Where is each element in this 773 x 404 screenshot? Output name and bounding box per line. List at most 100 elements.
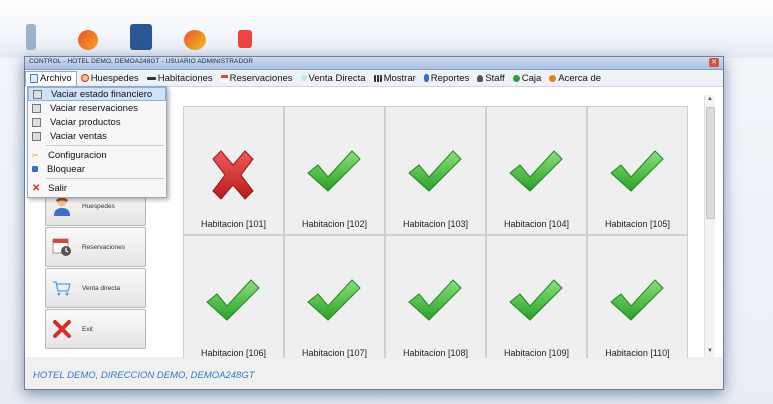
grid-icon bbox=[373, 74, 382, 82]
menu-item-label: Vaciar productos bbox=[50, 116, 121, 128]
cart-icon bbox=[300, 75, 307, 81]
room-tile-110[interactable]: Habitacion [110] bbox=[587, 235, 688, 364]
desktop-icon[interactable] bbox=[184, 30, 206, 50]
menu-label: Staff bbox=[485, 72, 505, 84]
room-label: Habitacion [110] bbox=[605, 348, 670, 358]
menu-staff[interactable]: Staff bbox=[473, 71, 508, 86]
scroll-thumb[interactable] bbox=[706, 107, 715, 219]
sidebar-button-label: Huespedes bbox=[82, 202, 115, 210]
calendar-icon bbox=[220, 74, 228, 82]
menu-archivo[interactable]: Archivo bbox=[25, 70, 77, 86]
exit-x-icon bbox=[52, 319, 72, 339]
desktop-icon[interactable] bbox=[130, 24, 152, 50]
sidebar-button-label: Reservaciones bbox=[82, 243, 125, 251]
menu-caja[interactable]: Caja bbox=[509, 71, 546, 86]
room-label: Habitacion [109] bbox=[503, 348, 570, 358]
room-tile-103[interactable]: Habitacion [103] bbox=[385, 106, 486, 235]
check-icon bbox=[307, 279, 361, 321]
menu-item-bloquear[interactable]: Bloquear bbox=[28, 162, 166, 176]
room-label: Habitacion [103] bbox=[402, 219, 469, 229]
menu-label: Huespedes bbox=[90, 72, 139, 84]
cross-icon bbox=[212, 150, 254, 200]
menu-item-label: Vaciar reservaciones bbox=[50, 102, 139, 114]
staff-icon bbox=[477, 74, 484, 82]
room-tile-108[interactable]: Habitacion [108] bbox=[385, 235, 486, 364]
report-icon bbox=[423, 74, 429, 82]
clear-icon bbox=[33, 89, 42, 99]
menu-item-vaciar-reservaciones[interactable]: Vaciar reservaciones bbox=[28, 101, 166, 115]
menu-item-configuracion[interactable]: ✂ Configuracion bbox=[28, 148, 166, 162]
folder-icon bbox=[30, 74, 38, 83]
calendar-clock-icon bbox=[52, 237, 72, 257]
room-tile-107[interactable]: Habitacion [107] bbox=[284, 235, 385, 364]
menu-label: Reservaciones bbox=[229, 72, 293, 84]
room-tile-104[interactable]: Habitacion [104] bbox=[486, 106, 587, 235]
check-icon bbox=[509, 150, 563, 192]
check-icon bbox=[610, 150, 664, 192]
info-icon bbox=[549, 74, 557, 82]
check-icon bbox=[307, 150, 361, 192]
sidebar-button-venta-directa[interactable]: Venta directa bbox=[45, 268, 146, 308]
menu-label: Acerca de bbox=[558, 72, 602, 84]
room-tile-101[interactable]: Habitacion [101] bbox=[183, 106, 284, 235]
check-icon bbox=[408, 279, 462, 321]
menu-label: Habitaciones bbox=[157, 72, 213, 84]
room-tile-105[interactable]: Habitacion [105] bbox=[587, 106, 688, 235]
check-icon bbox=[206, 279, 260, 321]
status-text: HOTEL DEMO, DIRECCION DEMO, DEMOA248GT bbox=[33, 370, 255, 381]
menu-label: Archivo bbox=[40, 73, 72, 84]
room-label: Habitacion [106] bbox=[200, 348, 267, 358]
menu-label: Venta Directa bbox=[308, 72, 366, 84]
menu-item-vaciar-productos[interactable]: Vaciar productos bbox=[28, 115, 166, 129]
menu-reservaciones[interactable]: Reservaciones bbox=[217, 71, 297, 86]
cart-icon bbox=[52, 278, 72, 298]
vertical-scrollbar[interactable]: ▲ ▼ bbox=[704, 95, 715, 357]
menu-item-vaciar-ventas[interactable]: Vaciar ventas bbox=[28, 129, 166, 143]
menu-item-salir[interactable]: ✕ Salir bbox=[28, 181, 166, 195]
menu-item-label: Configuracion bbox=[48, 149, 107, 161]
desktop-icon[interactable] bbox=[26, 24, 36, 50]
scroll-up-icon[interactable]: ▲ bbox=[706, 96, 714, 104]
menu-separator bbox=[46, 145, 164, 146]
guest-icon bbox=[52, 196, 72, 216]
menu-item-label: Vaciar estado financiero bbox=[51, 88, 153, 100]
scroll-down-icon[interactable]: ▼ bbox=[706, 348, 714, 356]
check-icon bbox=[509, 279, 563, 321]
menu-item-label: Salir bbox=[48, 182, 68, 194]
close-button[interactable]: ✕ bbox=[709, 58, 719, 67]
exit-x-icon: ✕ bbox=[32, 182, 41, 194]
sidebar-button-exit[interactable]: Exit bbox=[45, 309, 146, 349]
title-bar: CONTROL - HOTEL DEMO, DEMOA248GT - USUAR… bbox=[25, 57, 723, 70]
room-tile-102[interactable]: Habitacion [102] bbox=[284, 106, 385, 235]
menu-acerca-de[interactable]: Acerca de bbox=[545, 71, 605, 86]
menu-huespedes[interactable]: Huespedes bbox=[77, 71, 143, 86]
desktop-icon[interactable] bbox=[78, 30, 98, 50]
room-label: Habitacion [104] bbox=[503, 219, 570, 229]
menu-reportes[interactable]: Reportes bbox=[420, 71, 474, 86]
room-tile-109[interactable]: Habitacion [109] bbox=[486, 235, 587, 364]
menu-item-label: Vaciar ventas bbox=[50, 130, 107, 142]
menu-habitaciones[interactable]: Habitaciones bbox=[143, 71, 217, 86]
check-icon bbox=[408, 150, 462, 192]
wrench-icon: ✂ bbox=[32, 150, 39, 160]
room-label: Habitacion [101] bbox=[200, 219, 267, 229]
room-label: Habitacion [102] bbox=[301, 219, 368, 229]
desktop-taskbar bbox=[0, 0, 773, 58]
check-icon bbox=[610, 279, 664, 321]
room-tile-106[interactable]: Habitacion [106] bbox=[183, 235, 284, 364]
room-label: Habitacion [107] bbox=[301, 348, 368, 358]
lock-icon bbox=[32, 166, 38, 172]
menu-mostrar[interactable]: Mostrar bbox=[370, 71, 420, 86]
menu-venta-directa[interactable]: Venta Directa bbox=[297, 71, 370, 86]
person-icon bbox=[80, 74, 89, 82]
room-label: Habitacion [105] bbox=[604, 219, 671, 229]
menu-label: Caja bbox=[521, 72, 542, 84]
sidebar-button-reservaciones[interactable]: Reservaciones bbox=[45, 227, 146, 267]
clear-icon bbox=[32, 103, 41, 113]
status-bar: HOTEL DEMO, DIRECCION DEMO, DEMOA248GT bbox=[25, 358, 723, 389]
menu-item-vaciar-estado-financiero[interactable]: Vaciar estado financiero bbox=[28, 87, 166, 101]
bed-icon bbox=[146, 76, 156, 80]
menu-separator bbox=[46, 178, 164, 179]
desktop-icon[interactable] bbox=[238, 30, 252, 48]
clear-icon bbox=[32, 131, 41, 141]
